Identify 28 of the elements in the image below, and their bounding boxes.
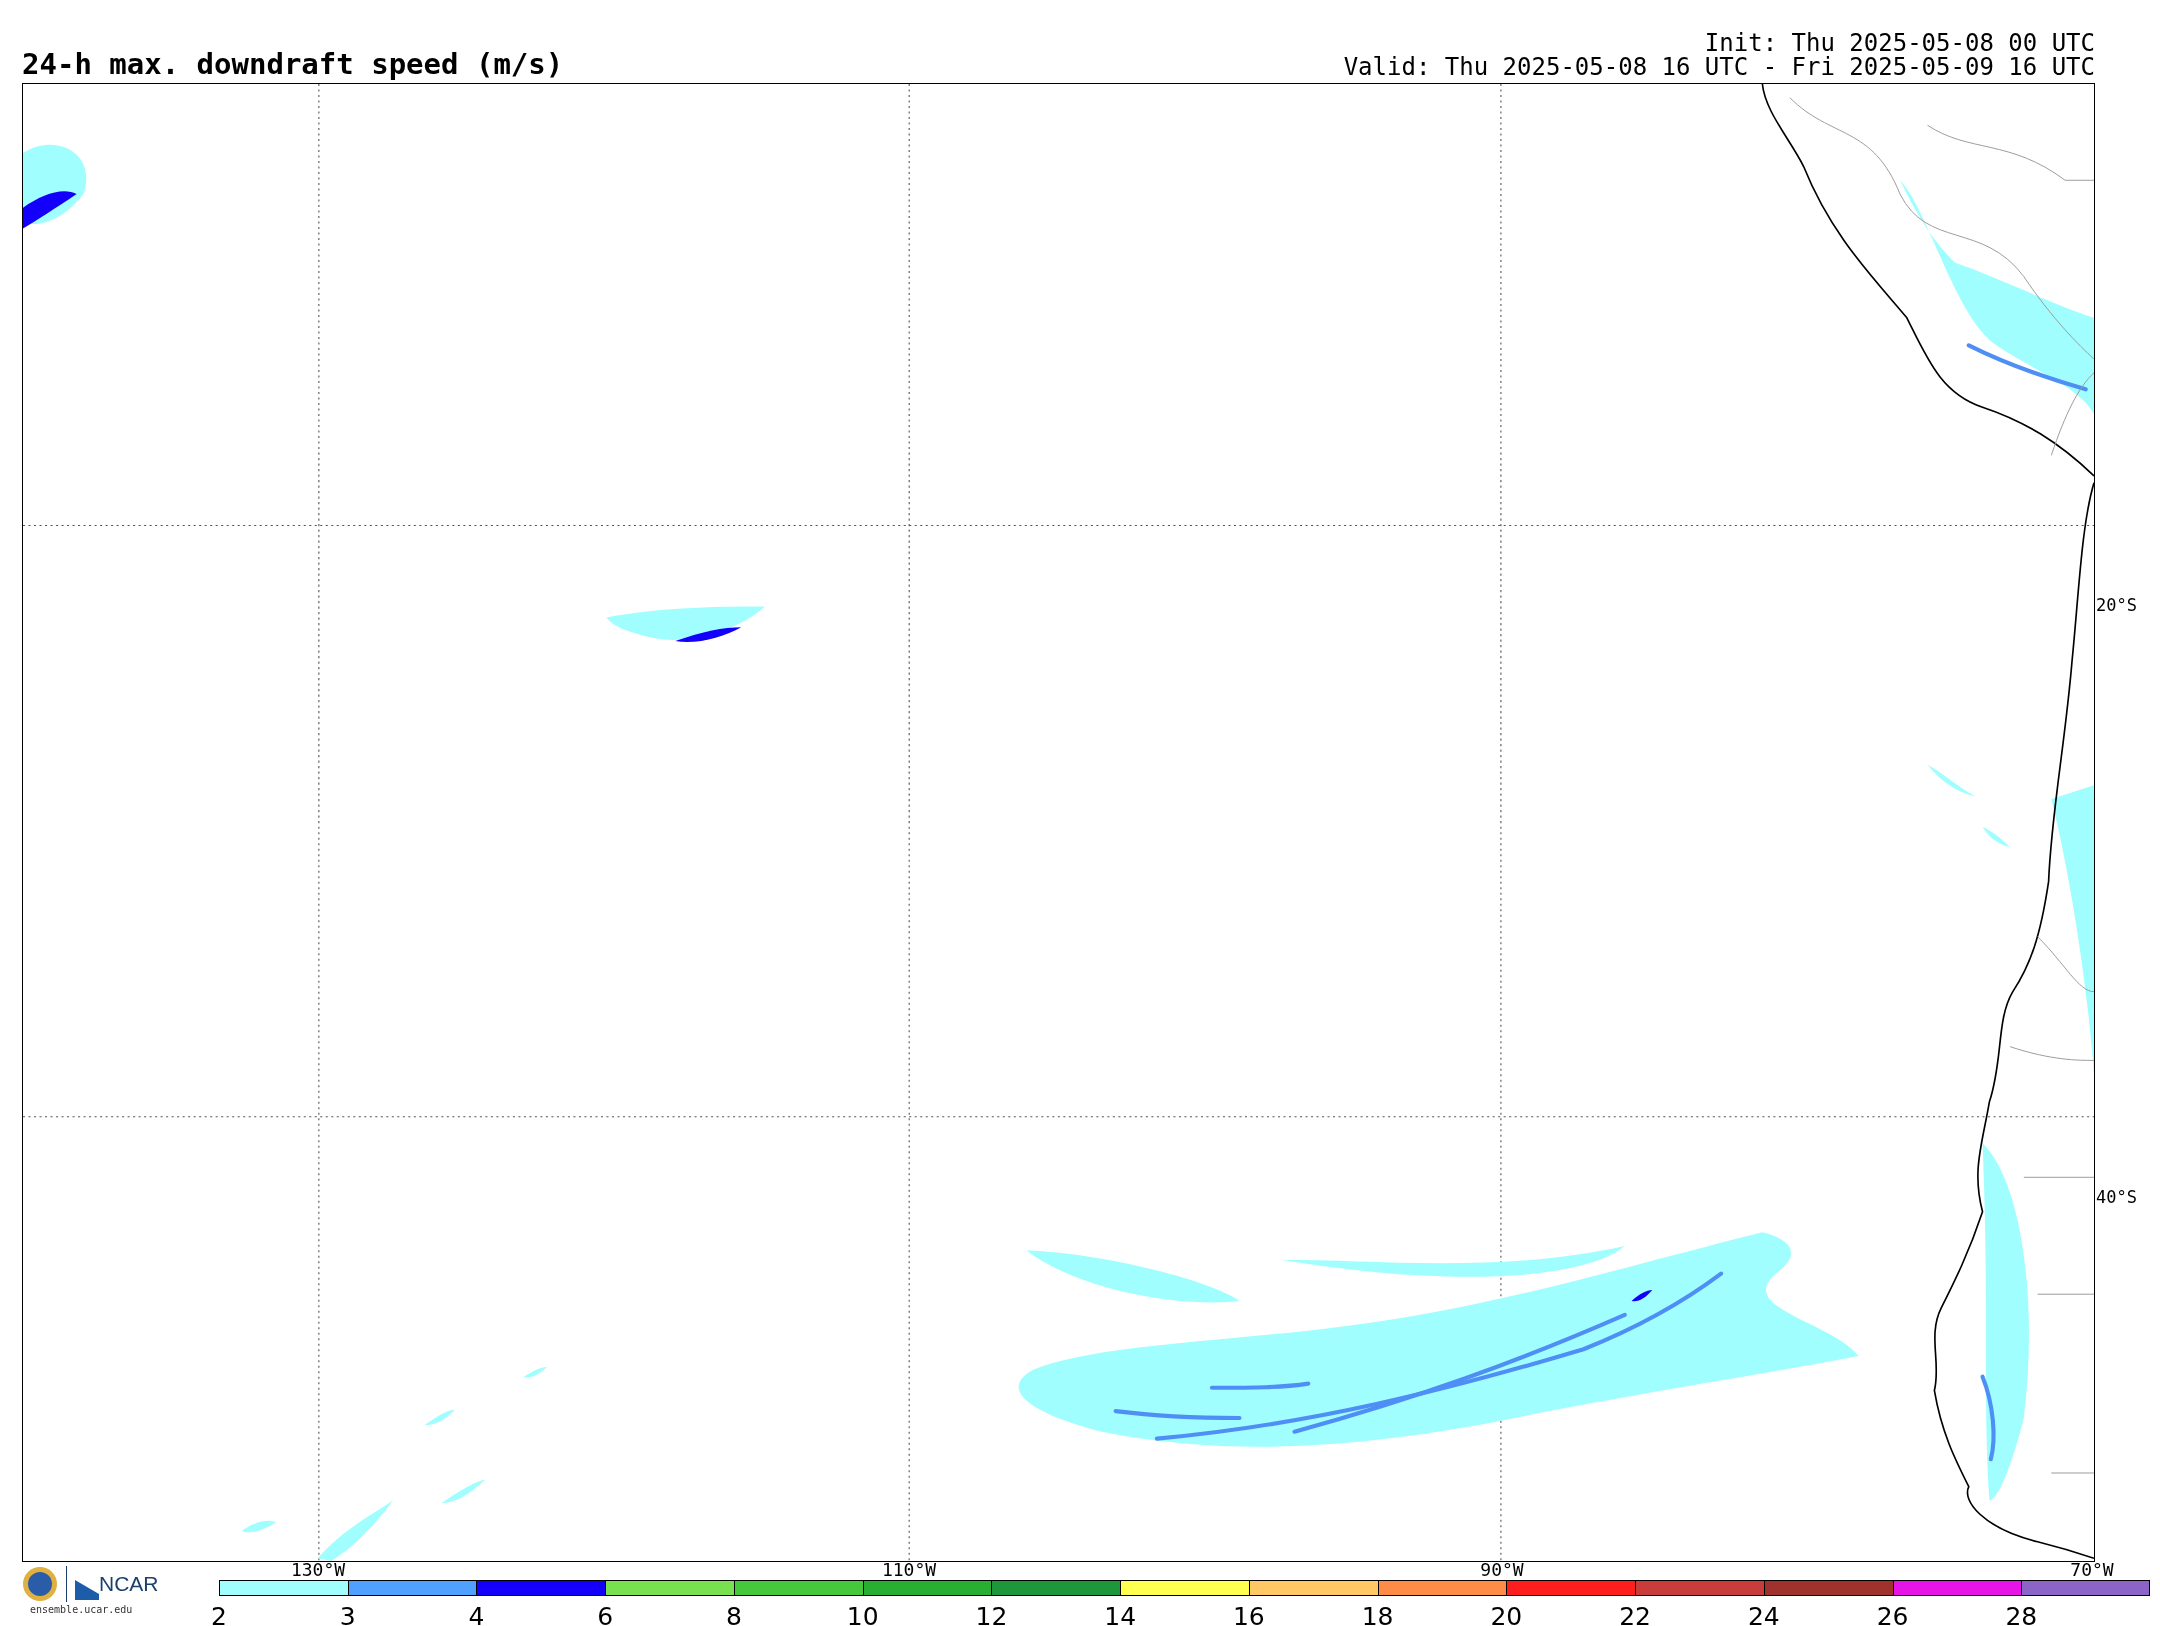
- globe-logo-icon: [22, 1566, 58, 1602]
- colorbar-label: 24: [1747, 1601, 1780, 1626]
- longitude-label: 130°W: [290, 1561, 346, 1579]
- latitude-label: 40°S: [2096, 1189, 2137, 1206]
- colorbar-label: 22: [1619, 1601, 1651, 1626]
- chart-title: 24-h max. downdraft speed (m/s): [22, 50, 564, 79]
- colorbar-label: 4: [468, 1601, 485, 1626]
- colorbar-label: 3: [339, 1601, 356, 1626]
- colorbar-label: 18: [1361, 1601, 1394, 1626]
- colorbar-label: 28: [2005, 1601, 2038, 1626]
- longitude-label: 90°W: [1480, 1561, 1524, 1579]
- colorbar-label: 2: [211, 1601, 227, 1626]
- colorbar-label: 10: [846, 1601, 879, 1626]
- colorbar-label: 12: [975, 1601, 1008, 1626]
- colorbar-label: 20: [1490, 1601, 1523, 1626]
- latitude-label: 20°S: [2096, 597, 2137, 614]
- colorbar-label: 16: [1232, 1601, 1265, 1626]
- colorbar-label: 6: [597, 1601, 614, 1626]
- triangle-logo-icon: [75, 1579, 99, 1600]
- longitude-label: 70°W: [2070, 1561, 2114, 1579]
- colorbar-label: 14: [1104, 1601, 1137, 1626]
- website-text: ensemble.ucar.edu: [30, 1603, 133, 1617]
- colorbar-label: 26: [1876, 1601, 1909, 1626]
- colorbar-label: 8: [726, 1601, 742, 1626]
- logo-text: NCAR: [99, 1571, 159, 1598]
- longitude-label: 110°W: [881, 1561, 937, 1579]
- init-time: Init: Thu 2025-05-08 00 UTC: [1703, 31, 2095, 55]
- valid-period: Valid: Thu 2025-05-08 16 UTC - Fri 2025-05-09 16 UTC: [1343, 55, 2095, 79]
